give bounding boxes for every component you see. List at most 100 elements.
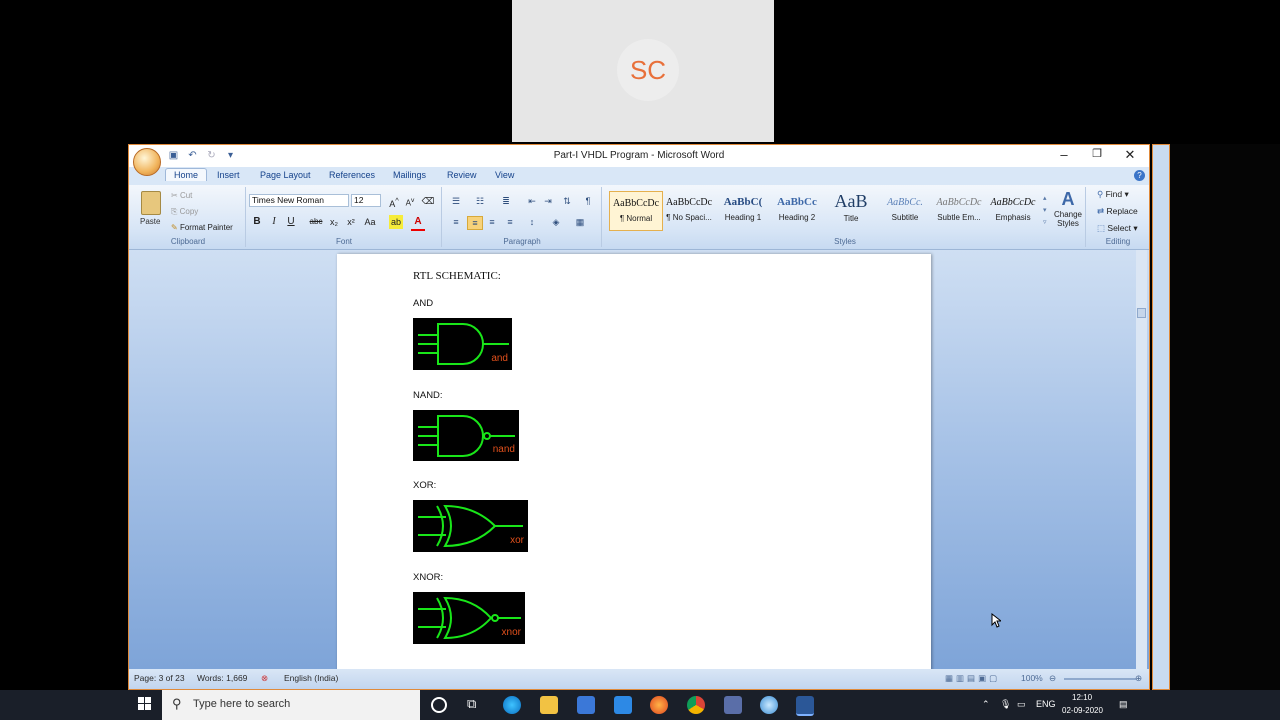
highlight-icon[interactable]: ab [389, 215, 403, 229]
zoom-slider[interactable] [1064, 678, 1136, 680]
scissors-icon: ✂ [171, 191, 180, 200]
underline-button[interactable]: U [284, 215, 298, 229]
store-icon[interactable] [577, 696, 595, 714]
strikethrough-button[interactable]: abc [309, 215, 323, 229]
paste-icon[interactable] [141, 191, 161, 215]
style-title[interactable]: AaB Title [825, 191, 877, 229]
tab-references[interactable]: References [329, 170, 375, 180]
style-subtle-emphasis[interactable]: AaBbCcDc Subtle Em... [933, 191, 985, 229]
tab-page-layout[interactable]: Page Layout [260, 170, 311, 180]
justify-icon[interactable]: ≡ [503, 216, 517, 228]
app-icon[interactable] [724, 696, 742, 714]
styles-scroll-icon[interactable]: ▴ ▾ ▿ [1043, 193, 1047, 229]
tab-home[interactable]: Home [165, 168, 208, 181]
clock-date[interactable]: 02-09-2020 [1062, 706, 1103, 715]
office-button[interactable] [133, 148, 161, 176]
tab-mailings[interactable]: Mailings [393, 170, 426, 180]
subscript-button[interactable]: x₂ [327, 215, 341, 229]
word-count[interactable]: Words: 1,669 [197, 673, 247, 683]
search-placeholder: Type here to search [193, 698, 291, 710]
battery-icon[interactable]: ▭ [1017, 699, 1026, 710]
vertical-scrollbar[interactable] [1136, 250, 1147, 669]
sort-icon[interactable]: ⇅ [560, 195, 574, 207]
zoom-out-icon[interactable]: ⊖ [1049, 673, 1056, 684]
browser-icon[interactable] [760, 696, 778, 714]
multilevel-list-icon[interactable]: ≣ [499, 195, 513, 207]
zoom-in-icon[interactable]: ⊕ [1135, 673, 1142, 684]
rtl-schematic-heading: RTL SCHEMATIC: [413, 270, 501, 282]
style-normal[interactable]: AaBbCcDc ¶ Normal [609, 191, 663, 231]
align-left-icon[interactable]: ≡ [449, 216, 463, 228]
mail-icon[interactable] [614, 696, 632, 714]
scrollbar-thumb[interactable] [1137, 308, 1146, 318]
paste-button[interactable]: Paste [140, 217, 160, 226]
line-spacing-icon[interactable]: ↕ [525, 216, 539, 228]
superscript-button[interactable]: x² [344, 215, 358, 229]
status-bar: Page: 3 of 23 Words: 1,669 ⊗ English (In… [129, 669, 1149, 689]
cortana-icon[interactable] [431, 697, 447, 713]
align-center-icon[interactable]: ≡ [467, 216, 483, 230]
page-count[interactable]: Page: 3 of 23 [134, 673, 185, 683]
close-button[interactable]: ✕ [1115, 147, 1145, 163]
format-painter-button[interactable]: ✎ Format Painter [171, 223, 233, 232]
decrease-indent-icon[interactable]: ⇤ [525, 195, 539, 207]
replace-button[interactable]: ⇄ Replace [1097, 206, 1138, 217]
find-button[interactable]: ⚲ Find ▾ [1097, 189, 1129, 200]
xor-gate-label: xor [510, 535, 524, 546]
windows-start-icon[interactable] [138, 697, 152, 711]
chrome-icon[interactable] [687, 696, 705, 714]
task-view-icon[interactable]: ⧉ [467, 696, 476, 712]
numbering-icon[interactable]: ☷ [473, 195, 487, 207]
taskbar-search[interactable]: ⚲ Type here to search [162, 690, 420, 720]
styles-label: Styles [834, 237, 856, 246]
select-button[interactable]: ⬚ Select ▾ [1097, 223, 1138, 234]
file-explorer-icon[interactable] [540, 696, 558, 714]
language-status[interactable]: English (India) [284, 673, 338, 683]
bold-button[interactable]: B [250, 215, 264, 229]
shrink-font-button[interactable]: Av [403, 194, 417, 208]
edge-icon[interactable] [503, 696, 521, 714]
view-buttons[interactable]: ▦▥▤▣▢ [945, 673, 1000, 684]
zoom-level[interactable]: 100% [1021, 673, 1043, 683]
clock-time[interactable]: 12:10 [1072, 693, 1092, 702]
style-no-spacing[interactable]: AaBbCcDc ¶ No Spaci... [663, 191, 715, 229]
align-right-icon[interactable]: ≡ [485, 216, 499, 228]
minimize-button[interactable]: – [1049, 147, 1079, 162]
borders-icon[interactable]: ▦ [573, 216, 587, 228]
notifications-icon[interactable]: ▤ [1119, 699, 1128, 710]
language-indicator[interactable]: ENG [1036, 699, 1056, 709]
microphone-icon[interactable]: 🎙 [1000, 699, 1011, 710]
restore-button[interactable]: ❐ [1082, 147, 1112, 160]
copy-button[interactable]: ⎘ Copy [171, 207, 198, 217]
help-icon[interactable]: ? [1134, 170, 1145, 181]
change-styles-button[interactable]: A Change Styles [1051, 189, 1085, 228]
show-formatting-icon[interactable]: ¶ [581, 195, 595, 207]
word-taskbar-icon[interactable] [796, 696, 814, 716]
firefox-icon[interactable] [650, 696, 668, 714]
tab-view[interactable]: View [495, 170, 514, 180]
tab-review[interactable]: Review [447, 170, 477, 180]
font-size-select[interactable]: 12 [351, 194, 381, 207]
proofing-icon[interactable]: ⊗ [261, 673, 268, 684]
tray-chevron-icon[interactable]: ⌃ [982, 699, 990, 710]
tab-insert[interactable]: Insert [217, 170, 240, 180]
dark-panel [1170, 144, 1280, 690]
bullets-icon[interactable]: ☰ [449, 195, 463, 207]
style-heading-1[interactable]: AaBbC( Heading 1 [717, 191, 769, 229]
paragraph-group: ☰ ☷ ≣ ⇤ ⇥ ⇅ ¶ ≡ ≡ ≡ ≡ ↕ ◈ ▦ Paragraph [443, 187, 602, 247]
italic-button[interactable]: I [267, 215, 281, 229]
style-subtitle[interactable]: AaBbCc. Subtitle [879, 191, 931, 229]
clear-format-button[interactable]: ⌫ [421, 194, 435, 208]
style-heading-2[interactable]: AaBbCc Heading 2 [771, 191, 823, 229]
increase-indent-icon[interactable]: ⇥ [541, 195, 555, 207]
grow-font-button[interactable]: A^ [387, 194, 401, 209]
shading-icon[interactable]: ◈ [549, 216, 563, 228]
cut-button[interactable]: ✂ Cut [171, 191, 192, 200]
and-gate-label: and [491, 353, 508, 364]
change-case-button[interactable]: Aa [363, 215, 377, 229]
document-page[interactable]: RTL SCHEMATIC: AND and NAND: nand XOR: x… [337, 254, 931, 675]
font-family-select[interactable]: Times New Roman [249, 194, 349, 207]
binoculars-icon: ⚲ [1097, 189, 1106, 199]
style-emphasis[interactable]: AaBbCcDc Emphasis [987, 191, 1039, 229]
font-color-icon[interactable]: A [411, 215, 425, 231]
